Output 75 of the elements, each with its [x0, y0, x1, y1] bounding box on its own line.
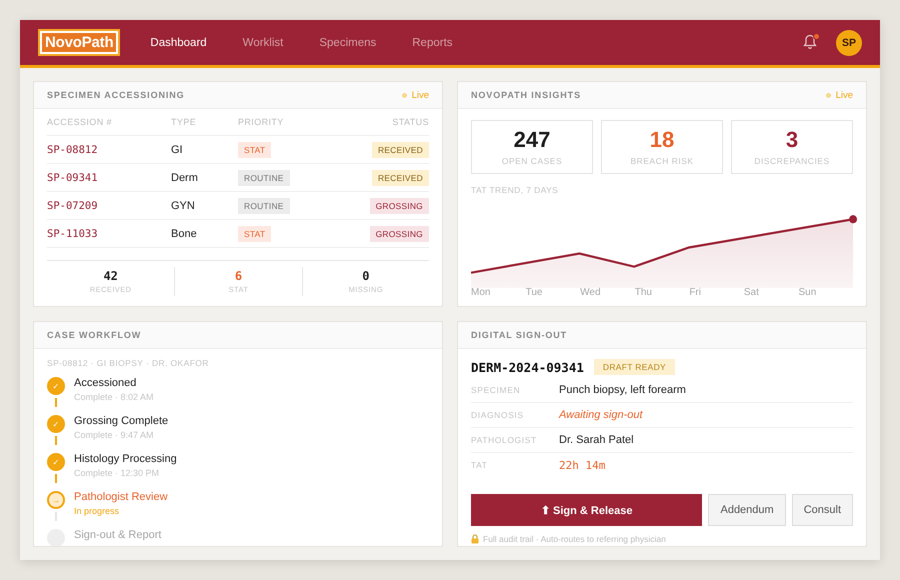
column-header: STATUS: [392, 117, 429, 127]
accession-link[interactable]: SP-08812: [47, 144, 171, 156]
field-value: Awaiting sign-out: [559, 409, 644, 421]
step-marker: ✓: [47, 453, 65, 471]
accession-link[interactable]: SP-07209: [47, 200, 171, 212]
table-cell-text: Derm: [171, 172, 199, 184]
step-label: Accessioned: [74, 377, 138, 389]
step-detail: Complete · 9:47 AM: [74, 430, 155, 440]
priority-tag: STAT: [238, 142, 272, 158]
user-avatar[interactable]: SP: [836, 30, 862, 56]
live-indicator: Live: [826, 90, 853, 100]
kpi-value: 247: [514, 128, 550, 150]
sign-release-button[interactable]: ⬆ Sign & Release: [471, 494, 702, 526]
kpi-label: OPEN CASES: [502, 156, 562, 166]
day-label: Mon: [471, 287, 492, 298]
field-label: SPECIMEN: [471, 385, 522, 395]
step-marker: →: [47, 491, 65, 509]
case-summary: SP-08812 · GI BIOPSY · DR. OKAFOR: [47, 358, 210, 368]
kpi-value: 18: [650, 128, 674, 150]
field-label: DIAGNOSIS: [471, 410, 525, 420]
card-title: NOVOPATH INSIGHTS: [471, 90, 581, 100]
field-label: TAT: [471, 460, 489, 470]
status-tag: RECEIVED: [372, 170, 429, 186]
case-id: DERM-2024-09341: [471, 360, 584, 374]
day-label: Tue: [526, 287, 544, 298]
card-title: SPECIMEN ACCESSIONING: [47, 90, 185, 100]
step-detail: Complete · 8:02 AM: [74, 392, 155, 402]
draft-badge: DRAFT READY: [594, 359, 676, 375]
card-title: DIGITAL SIGN-OUT: [471, 330, 568, 340]
field-label: PATHOLOGIST: [471, 435, 538, 445]
table-cell-text: Bone: [171, 228, 198, 240]
status-tag: GROSSING: [370, 226, 429, 242]
status-tag: GROSSING: [370, 198, 429, 214]
table-cell-text: GYN: [171, 200, 196, 212]
accession-link[interactable]: SP-11033: [47, 228, 171, 240]
day-label: Fri: [689, 287, 702, 298]
step-detail: In progress: [74, 506, 120, 516]
stat-value: 42: [103, 269, 118, 283]
column-header: ACCESSION #: [47, 117, 113, 127]
field-value: Punch biopsy, left forearm: [559, 384, 687, 396]
day-label: Thu: [634, 287, 653, 298]
step-label: Grossing Complete: [74, 415, 170, 427]
kpi-value: 3: [786, 128, 798, 150]
day-label: Sun: [798, 287, 818, 298]
chart-title: TAT TREND, 7 DAYS: [471, 185, 560, 195]
card-title: CASE WORKFLOW: [47, 330, 142, 340]
priority-tag: STAT: [238, 226, 272, 242]
field-value: Dr. Sarah Patel: [559, 434, 635, 446]
column-header: PRIORITY: [238, 117, 285, 127]
step-label: Pathologist Review: [74, 491, 169, 503]
stat-value: 6: [234, 269, 242, 283]
field-value: 22h 14m: [559, 458, 606, 472]
stat-value: 0: [362, 269, 370, 283]
audit-note: Full audit trail · Auto-routes to referring physician: [483, 534, 666, 544]
step-label: Histology Processing: [74, 453, 178, 465]
step-detail: Complete · 12:30 PM: [74, 468, 160, 478]
live-indicator: Live: [402, 90, 429, 100]
day-label: Wed: [580, 287, 602, 298]
kpi-label: DISCREPANCIES: [754, 156, 830, 166]
priority-tag: ROUTINE: [238, 198, 290, 214]
step-marker: ✓: [47, 377, 65, 395]
column-header: TYPE: [171, 117, 198, 127]
lock-icon: [471, 534, 479, 544]
kpi-label: BREACH RISK: [630, 156, 694, 166]
priority-tag: ROUTINE: [238, 170, 290, 186]
secondary-button[interactable]: Addendum: [708, 494, 786, 526]
status-tag: RECEIVED: [372, 142, 429, 158]
day-label: Sat: [744, 287, 760, 298]
secondary-button[interactable]: Consult: [792, 494, 853, 526]
nav-link[interactable]: Dashboard: [150, 36, 207, 48]
accession-link[interactable]: SP-09341: [47, 172, 171, 184]
table-cell-text: GI: [171, 144, 184, 156]
step-marker: ✓: [47, 415, 65, 433]
step-label: Sign-out & Report: [74, 529, 162, 541]
notification-bell-icon[interactable]: [802, 34, 818, 52]
